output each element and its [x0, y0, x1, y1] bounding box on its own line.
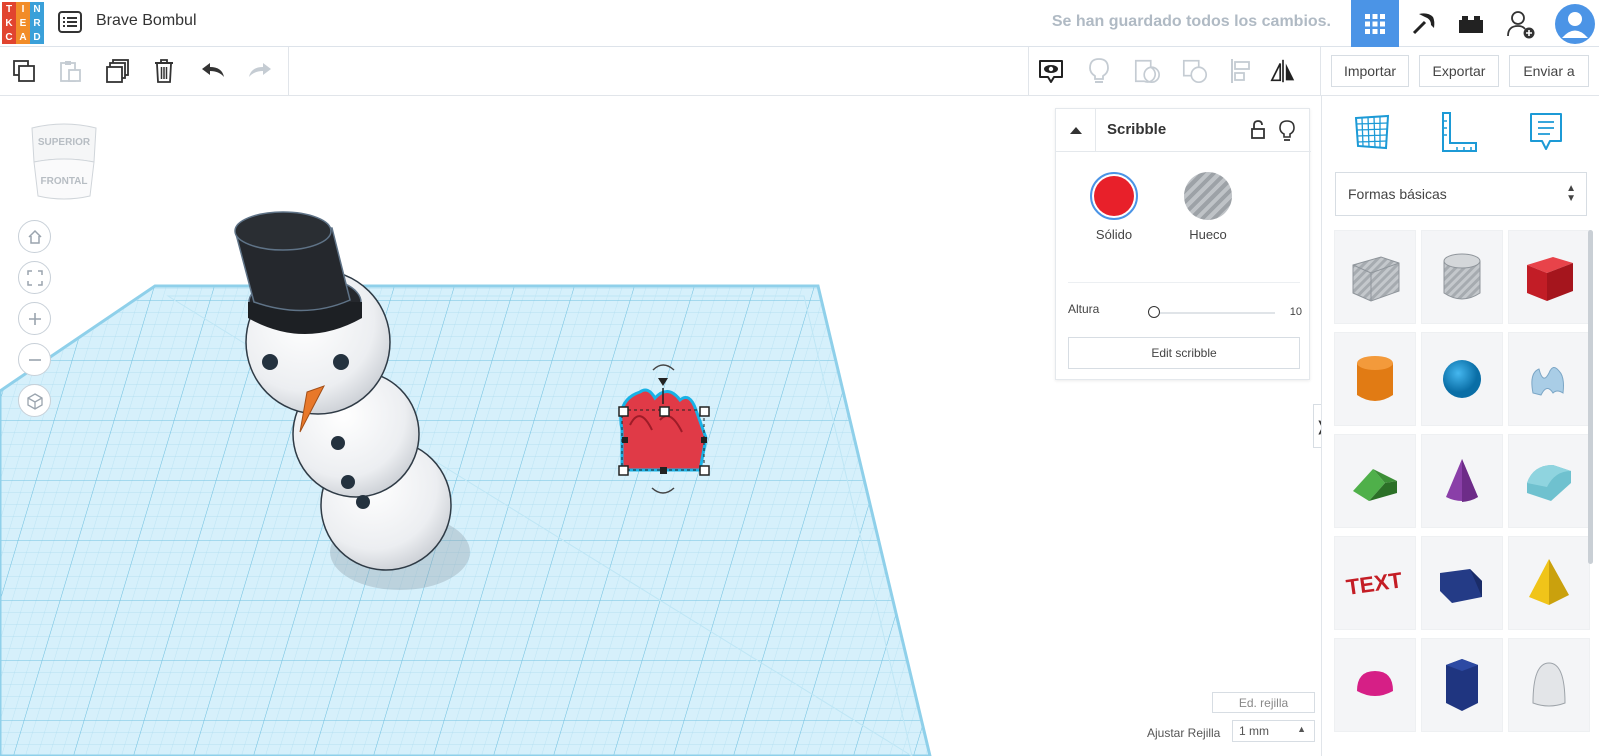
shape-category-select[interactable]: Formas básicas ▲ ▼ [1335, 172, 1587, 216]
perspective-icon[interactable] [18, 384, 51, 417]
copy-icon[interactable] [10, 57, 38, 85]
solid-label: Sólido [1095, 227, 1133, 242]
caret-up-icon: ▲ [1297, 724, 1306, 734]
fit-view-icon[interactable] [18, 261, 51, 294]
solid-button[interactable] [1090, 172, 1138, 220]
export-button[interactable]: Exportar [1419, 55, 1499, 87]
edit-scribble-button[interactable]: Edit scribble [1068, 337, 1300, 369]
undo-icon[interactable] [199, 57, 227, 85]
shape-tile-box-hole[interactable] [1334, 230, 1416, 324]
collapse-inspector-icon[interactable] [1056, 109, 1096, 152]
shapes-scrollbar[interactable] [1588, 230, 1593, 564]
shape-category-value: Formas básicas [1348, 186, 1447, 202]
shape-tile-roof[interactable] [1334, 434, 1416, 528]
logo-letter: R [30, 16, 44, 30]
shape-tile-cylinder[interactable] [1334, 332, 1416, 426]
logo-letter: C [2, 30, 16, 44]
shape-tile-sphere[interactable] [1421, 332, 1503, 426]
viewcube-front-label[interactable]: FRONTAL [28, 176, 100, 187]
snap-grid-label: Ajustar Rejilla [1147, 726, 1221, 740]
delete-icon[interactable] [150, 57, 178, 85]
shape-tile-half-sphere[interactable] [1334, 638, 1416, 732]
paste-icon[interactable] [56, 57, 84, 85]
edit-tools-group [0, 47, 289, 95]
group-icon[interactable] [1133, 57, 1161, 85]
bricks-icon[interactable] [1447, 0, 1495, 47]
hide-bulb-icon[interactable] [1279, 120, 1295, 147]
logo-letter: T [2, 2, 16, 16]
shape-tile-scribble[interactable] [1508, 332, 1590, 426]
logo-letter: A [16, 30, 30, 44]
shape-tile-cylinder-hole[interactable] [1421, 230, 1503, 324]
design-list-icon[interactable] [58, 10, 82, 34]
shape-tile-text[interactable]: TEXT [1334, 536, 1416, 630]
zoom-in-icon[interactable] [18, 302, 51, 335]
save-status: Se han guardado todos los cambios. [1051, 13, 1331, 30]
redo-icon[interactable] [246, 57, 274, 85]
workplane-icon[interactable] [1348, 108, 1396, 156]
snap-grid-value: 1 mm [1239, 724, 1269, 738]
svg-text:TEXT: TEXT [1345, 567, 1405, 600]
align-icon[interactable] [1227, 57, 1255, 85]
shape-tile-box[interactable] [1508, 230, 1590, 324]
show-all-icon[interactable] [1037, 57, 1065, 85]
inspector-header: Scribble [1056, 109, 1311, 152]
height-slider-thumb[interactable] [1148, 306, 1160, 318]
light-bulb-icon[interactable] [1085, 57, 1113, 85]
view-tools-group [1028, 47, 1321, 95]
3d-design-view-icon[interactable] [1351, 0, 1399, 47]
height-label: Altura [1068, 302, 1100, 316]
design-title[interactable]: Brave Bombul [96, 12, 197, 30]
viewcube-top-label[interactable]: SUPERIOR [28, 137, 100, 148]
shape-tile-wedge[interactable] [1421, 536, 1503, 630]
shapes-panel: Formas básicas ▲ ▼ TEXT [1321, 96, 1599, 756]
view-cube[interactable]: SUPERIOR FRONTAL [28, 122, 98, 202]
height-slider[interactable] [1151, 312, 1275, 314]
inspector-title: Scribble [1107, 121, 1167, 138]
edit-toolbar: Importar Exportar Enviar a [0, 47, 1599, 96]
mirror-icon[interactable] [1269, 57, 1297, 85]
edit-grid-button[interactable]: Ed. rejilla [1212, 692, 1315, 713]
notes-icon[interactable] [1522, 108, 1570, 156]
top-header: TINKERCAD Brave Bombul Se han guardado t… [0, 0, 1599, 47]
height-value[interactable]: 10 [1278, 306, 1302, 318]
snap-grid-select[interactable]: 1 mm ▲ [1232, 720, 1315, 742]
duplicate-icon[interactable] [104, 57, 132, 85]
shape-inspector: Scribble Sólido Hueco Altura 10 Edit scr… [1055, 108, 1311, 380]
logo-letter: E [16, 16, 30, 30]
minecraft-pickaxe-icon[interactable] [1399, 0, 1447, 47]
hole-label: Hueco [1189, 227, 1227, 242]
zoom-out-icon[interactable] [18, 343, 51, 376]
import-button[interactable]: Importar [1331, 55, 1409, 87]
shape-tile-polygon[interactable] [1421, 638, 1503, 732]
logo-letter: D [30, 30, 44, 44]
ruler-icon[interactable] [1434, 108, 1482, 156]
solid-color-swatch [1094, 176, 1134, 216]
shape-tile-round-roof[interactable] [1508, 434, 1590, 528]
user-avatar-icon[interactable] [1551, 0, 1599, 47]
invite-user-icon[interactable] [1497, 0, 1545, 47]
select-arrows-icon: ▲ ▼ [1566, 183, 1576, 204]
ungroup-icon[interactable] [1181, 57, 1209, 85]
send-to-button[interactable]: Enviar a [1509, 55, 1589, 87]
shape-tile-pyramid[interactable] [1508, 536, 1590, 630]
shape-tile-cone[interactable] [1421, 434, 1503, 528]
shape-tile-paraboloid[interactable] [1508, 638, 1590, 732]
logo-letter: K [2, 16, 16, 30]
hole-button[interactable] [1184, 172, 1232, 220]
logo-letter: I [16, 2, 30, 16]
tinkercad-logo[interactable]: TINKERCAD [2, 2, 44, 44]
inspector-divider [1068, 282, 1300, 283]
lock-icon[interactable] [1249, 120, 1267, 145]
logo-letter: N [30, 2, 44, 16]
home-view-icon[interactable] [18, 220, 51, 253]
